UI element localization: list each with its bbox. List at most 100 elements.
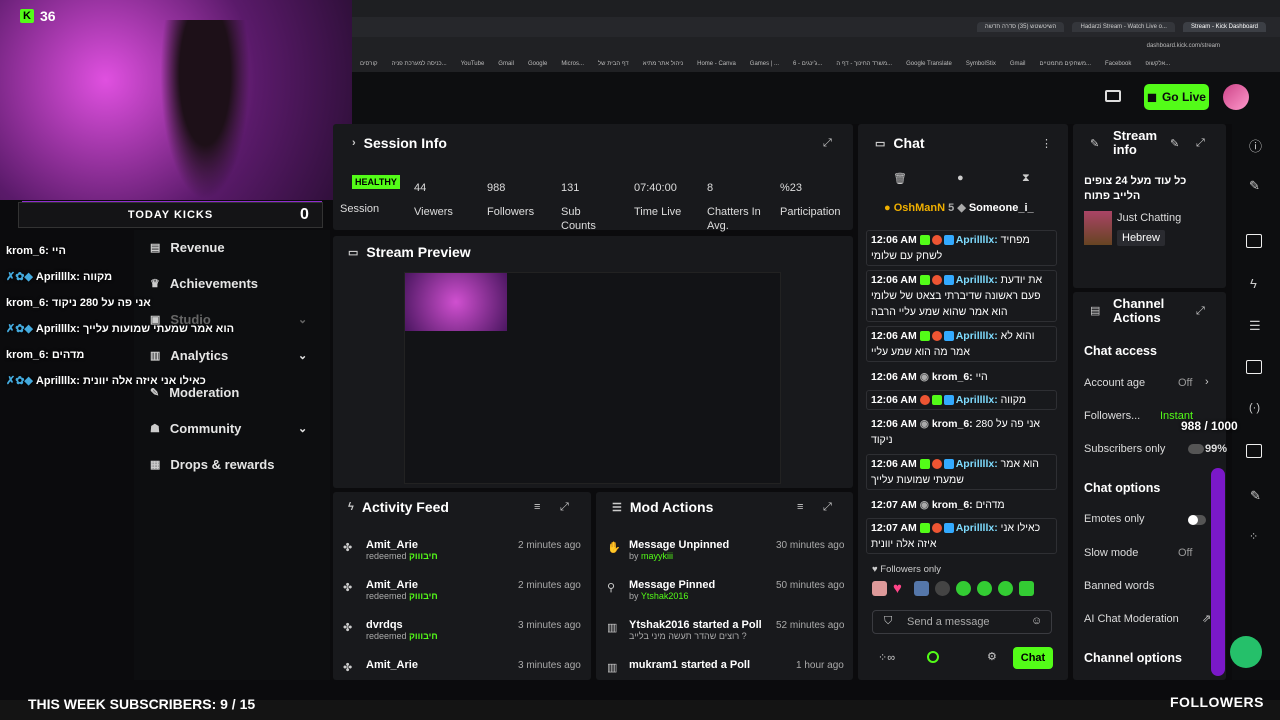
chat-header: ▭ Chat [875,135,925,151]
subscribers-only-setting[interactable]: Subscribers only [1084,443,1165,455]
bookmark-link[interactable]: Gmail [498,61,514,67]
browser-tab[interactable]: Hadarzi Stream - Watch Live o... [1072,22,1175,32]
bookmark-link[interactable]: ג'ינגים - 6... [793,61,822,67]
printer-icon[interactable] [1105,90,1121,102]
expand-icon[interactable]: ⤢ [1196,137,1205,150]
trash-icon[interactable]: 🗑 [893,172,907,185]
overlay-chat-user: Aprillllx: [35,375,80,387]
headset-icon[interactable] [1230,636,1262,668]
account-age-setting[interactable]: Account age [1084,377,1145,389]
category-name[interactable]: Just Chatting [1117,212,1181,224]
bookmark-link[interactable]: Facebook [1105,61,1131,67]
browser-tab-active[interactable]: Stream - Kick Dashboard [1182,22,1266,32]
code-icon[interactable]: (·) [1249,402,1260,414]
chat-message[interactable]: 12:06 AM ◉ krom_6: אני פה על 280 ניקוד [866,414,1057,450]
slow-mode-setting[interactable]: Slow mode [1084,547,1138,559]
emotes-only-toggle[interactable] [1188,515,1206,525]
chat-message[interactable]: 12:06 AM ◉ krom_6: היי [866,367,1057,387]
bookmark-link[interactable]: SymbolStix [966,61,996,67]
emote-icon[interactable] [1019,581,1034,596]
bookmark-link[interactable]: Micros... [561,61,584,67]
banned-words-setting[interactable]: Banned words [1084,580,1154,592]
badge-icon [931,331,942,342]
hourglass-icon[interactable]: ⧗ [1022,172,1030,185]
bookmark-link[interactable]: ניהול אתר מתיא [643,61,683,67]
bookmark-link[interactable]: Google Translate [906,61,952,67]
more-icon[interactable]: ⋮ [1041,137,1052,150]
bookmark-link[interactable]: Gmail [1010,61,1026,67]
chat-message[interactable]: 12:06 AM Aprillllx: את יודעת פעם ראשונה ש… [866,270,1057,322]
chat-message[interactable]: 12:06 AM Aprillllx: מפחיד לשחק עם שלומי [866,230,1057,266]
address-bar[interactable]: dashboard.kick.com/stream [350,37,1280,55]
expand-icon[interactable]: ⤢ [1196,305,1205,318]
bolt-icon[interactable]: ϟ [1250,276,1257,291]
bookmark-link[interactable]: Games | ... [750,61,779,67]
chat-icon[interactable] [1246,360,1262,374]
emote-icon[interactable] [956,581,971,596]
bookmark-link[interactable]: דף הבית של [598,61,629,67]
bot-icon[interactable] [1246,444,1262,458]
bookmark-link[interactable]: קורסים [360,61,378,67]
emotes-only-setting[interactable]: Emotes only [1084,513,1145,525]
chat-input[interactable]: Send a message [872,610,1052,634]
users-icon[interactable]: ⁘ [1249,530,1258,543]
bookmark-link[interactable]: Home - Canva [697,61,736,67]
bookmark-link[interactable]: משרד החינוך - דף ה... [836,61,892,67]
expand-icon[interactable]: ⤢ [823,501,832,514]
kick-icon[interactable] [927,651,939,663]
badge-icon [931,395,942,406]
chat-message[interactable]: 12:06 AM Aprillllx: מקווה [866,390,1057,410]
ai-moderation-setting[interactable]: AI Chat Moderation [1084,613,1179,625]
badge-icon [919,459,930,470]
emote-icon[interactable] [872,581,887,596]
bookmark-link[interactable]: Google [528,61,547,67]
collapse-icon[interactable]: › [352,137,356,149]
subscribers-only-toggle[interactable] [1188,444,1204,454]
bookmark-link[interactable]: כניסה למערכת פניה... [392,61,447,67]
chat-message[interactable]: 12:06 AM Aprillllx: והוא לא אמר מה הוא שמ… [866,326,1057,362]
chat-message[interactable]: 12:07 AM Aprillllx: כאילו אני איזה אלה יו… [866,518,1057,554]
filter-icon[interactable]: ≡ [534,501,540,513]
chat-bubble-icon[interactable]: ● [957,172,964,184]
msg-time: 12:06 AM [871,418,917,430]
msg-text: היי [975,371,988,383]
emote-icon[interactable] [914,581,929,596]
emote-icon[interactable] [935,581,950,596]
bookmark-link[interactable]: YouTube [461,61,485,67]
chat-message[interactable]: 12:07 AM ◉ krom_6: מדהים [866,495,1057,515]
emote-icon[interactable] [977,581,992,596]
list-icon[interactable]: ☰ [1249,318,1261,334]
avatar[interactable] [1223,84,1249,110]
people-icon: ☗ [150,423,160,435]
chevron-right-icon[interactable]: › [1205,376,1209,388]
layout-icon[interactable] [1246,234,1262,248]
info-icon[interactable]: ⓘ [1249,136,1262,155]
browser-tab[interactable]: השיטשטש (35) סדרה חדשה [976,22,1065,32]
followers-setting[interactable]: Followers... [1084,410,1140,422]
chat-message[interactable]: 12:06 AM Aprillllx: הוא אמר שמעתי שמועות … [866,454,1057,490]
go-live-button[interactable]: ◼ Go Live [1144,84,1209,110]
sidebar-item-drops[interactable]: ▦ Drops & rewards [150,457,274,472]
users-icon[interactable]: ⁘∞ [878,651,895,664]
gear-icon[interactable]: ⚙ [987,650,997,663]
bookmark-link[interactable]: משחקים מתמטיים... [1040,61,1092,67]
expand-icon[interactable]: ⤢ [560,501,569,514]
emoji-icon[interactable]: ☺ [1031,615,1042,627]
wrench-icon[interactable]: ✎ [1250,488,1261,504]
overlay-chat-line: ✗✿◆ Aprillllx: הוא אמר שמעתי שמועות עלייך [6,316,346,342]
filter-icon[interactable]: ≡ [797,501,803,513]
external-link-icon[interactable]: ⇗ [1202,612,1211,625]
send-chat-button[interactable]: Chat [1013,647,1053,669]
bookmarks-bar: קורסים כניסה למערכת פניה... YouTube Gmail Go… [350,55,1280,72]
bookmark-link[interactable]: אלקשופ... [1145,61,1170,67]
expand-icon[interactable]: ⤢ [823,137,832,150]
sidebar-item-community[interactable]: ☗ Community ⌄ [150,421,307,436]
stream-preview-header: ▭ Stream Preview [348,244,471,260]
stream-preview-video[interactable] [404,272,781,484]
emote-icon[interactable] [998,581,1013,596]
heart-emote-icon[interactable]: ♥ [893,581,908,596]
top-gifters: ● OshManN 5 ◆ Someone_i_ [884,201,1034,214]
streamer-image [160,20,250,200]
edit-icon[interactable]: ✎ [1170,137,1179,150]
pencil-icon[interactable]: ✎ [1249,178,1260,194]
